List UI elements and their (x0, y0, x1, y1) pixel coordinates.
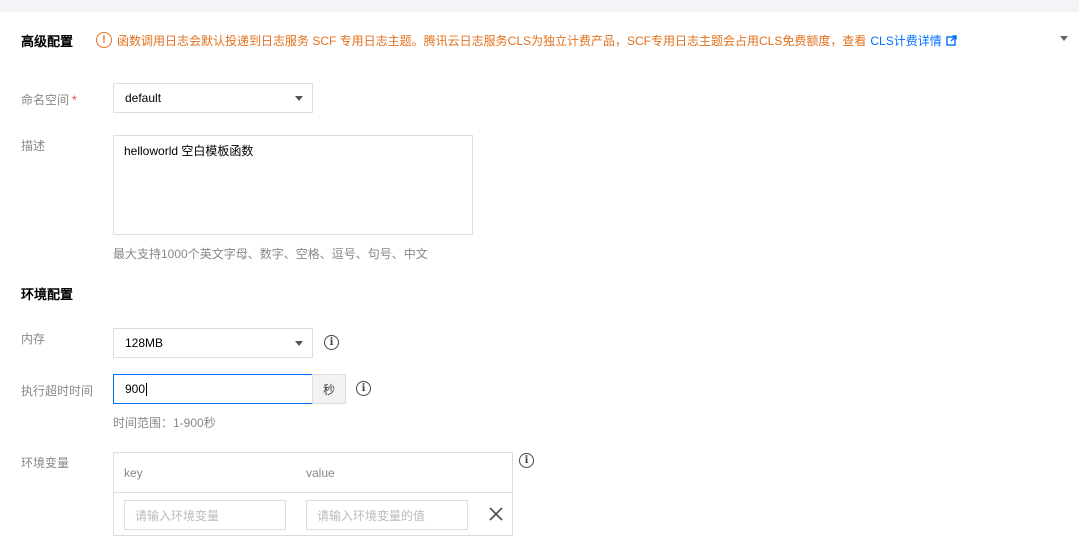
info-icon[interactable]: i (519, 453, 534, 468)
env-config-title: 环境配置 (21, 287, 74, 302)
env-key-input[interactable]: 请输入环境变量 (124, 500, 286, 530)
notice-text: 函数调用日志会默认投递到日志服务 SCF 专用日志主题。腾讯云日志服务CLS为独… (117, 33, 867, 48)
timeout-unit: 秒 (312, 374, 346, 404)
advanced-config-title: 高级配置 (21, 34, 74, 49)
cls-notice: ! 函数调用日志会默认投递到日志服务 SCF 专用日志主题。腾讯云日志服务CLS… (96, 31, 957, 49)
env-vars-table: key value 请输入环境变量 请输入环境变量的值 (113, 452, 513, 536)
namespace-label: 命名空间 * (21, 91, 77, 108)
close-icon[interactable] (487, 505, 505, 523)
timeout-value: 900 (125, 382, 146, 396)
timeout-label: 执行超时时间 (21, 384, 94, 398)
description-label: 描述 (21, 139, 46, 153)
env-vars-row: 请输入环境变量 请输入环境变量的值 (114, 493, 512, 535)
memory-select-value: 128MB (125, 336, 164, 350)
timeout-input[interactable]: 900 (113, 374, 313, 404)
text-cursor (146, 382, 148, 396)
env-vars-table-header: key value (114, 453, 512, 493)
chevron-down-icon (295, 341, 303, 346)
required-mark: * (72, 93, 77, 107)
description-value: helloworld 空白模板函数 (124, 144, 254, 158)
env-key-column-header: key (124, 466, 143, 480)
warning-circle-icon: ! (96, 32, 112, 48)
external-link-icon (946, 34, 957, 46)
memory-select[interactable]: 128MB (113, 328, 313, 358)
memory-label: 内存 (21, 332, 46, 346)
env-value-input[interactable]: 请输入环境变量的值 (306, 500, 468, 530)
description-hint: 最大支持1000个英文字母、数字、空格、逗号、句号、中文 (113, 247, 428, 261)
cls-billing-link[interactable]: CLS计费详情 (870, 32, 957, 49)
info-icon[interactable]: i (324, 335, 339, 350)
env-value-placeholder: 请输入环境变量的值 (317, 508, 426, 523)
namespace-select[interactable]: default (113, 83, 313, 113)
timeout-hint: 时间范围：1-900秒 (113, 416, 216, 430)
collapse-toggle-icon[interactable] (1060, 36, 1068, 41)
namespace-label-text: 命名空间 (21, 93, 70, 107)
cls-billing-link-label: CLS计费详情 (870, 33, 942, 48)
description-textarea[interactable]: helloworld 空白模板函数 (113, 135, 473, 235)
info-icon[interactable]: i (356, 381, 371, 396)
env-vars-label: 环境变量 (21, 456, 70, 470)
chevron-down-icon (295, 96, 303, 101)
env-value-column-header: value (306, 466, 335, 480)
env-key-placeholder: 请输入环境变量 (135, 508, 220, 523)
namespace-select-value: default (125, 91, 162, 105)
